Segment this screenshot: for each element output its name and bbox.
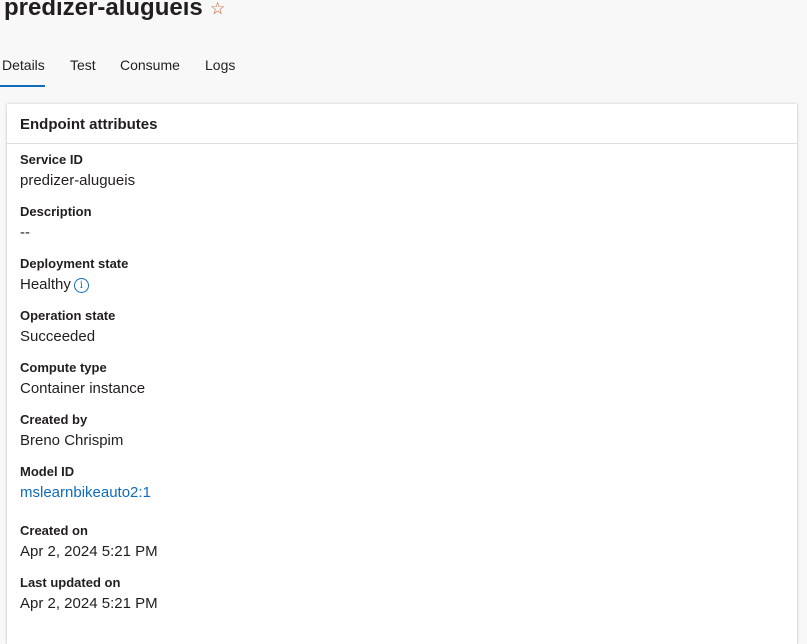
field-label: Service ID [20,152,83,167]
field-value: Succeeded [20,328,96,345]
field-value: Breno Chrispim [20,432,124,449]
tab-details[interactable]: Details [2,54,45,88]
field-label: Created by [20,412,88,427]
field-created-by: Created by Breno Chrispim [20,411,123,451]
field-value: Apr 2, 2024 5:21 PM [20,543,158,560]
field-value: Apr 2, 2024 5:21 PM [20,595,158,612]
page-title: predizer-alugueis [4,0,203,21]
info-icon[interactable]: i [73,278,89,293]
field-label: Model ID [20,464,75,479]
field-label: Operation state [20,308,116,323]
field-model-id: Model ID mslearnbikeauto2:1 [20,463,151,503]
field-compute-type: Compute type Container instance [20,359,145,399]
tab-consume[interactable]: Consume [120,54,180,88]
field-value: -- [20,224,30,241]
tab-logs[interactable]: Logs [205,54,235,88]
field-value-row: Healthy i [20,275,128,295]
field-label: Last updated on [20,575,121,590]
field-label: Description [20,204,92,219]
field-label: Compute type [20,360,107,375]
active-tab-indicator [0,85,45,87]
card-divider [7,143,797,144]
field-label: Deployment state [20,256,129,271]
field-operation-state: Operation state Succeeded [20,307,115,347]
field-value: Healthy [20,276,71,293]
field-description: Description -- [20,203,92,243]
field-label: Created on [20,523,88,538]
field-service-id: Service ID predizer-alugueis [20,151,135,191]
endpoint-attributes-card: Endpoint attributes Service ID predizer-… [7,104,797,644]
star-icon[interactable]: ☆ [210,0,225,21]
field-value: Container instance [20,380,146,397]
model-id-link[interactable]: mslearnbikeauto2:1 [20,483,151,503]
field-value: predizer-alugueis [20,172,136,189]
field-created-on: Created on Apr 2, 2024 5:21 PM [20,522,158,562]
tab-test[interactable]: Test [70,54,96,88]
field-deployment-state: Deployment state Healthy i [20,255,128,295]
card-title: Endpoint attributes [20,116,158,133]
field-last-updated-on: Last updated on Apr 2, 2024 5:21 PM [20,574,158,614]
